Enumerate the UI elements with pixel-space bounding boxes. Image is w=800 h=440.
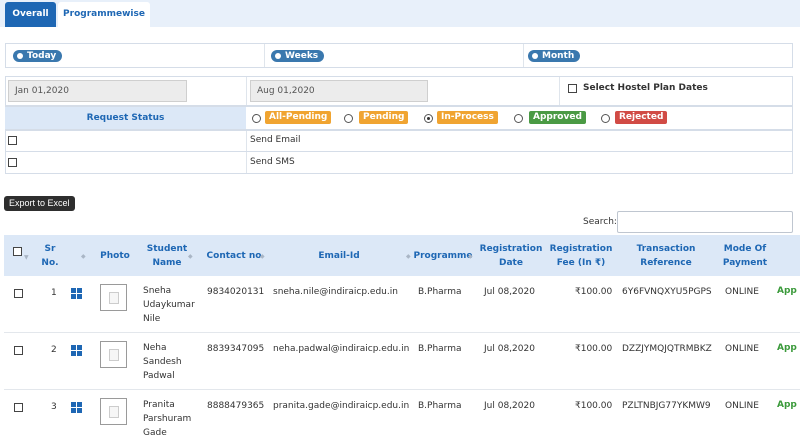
send-sms-row (5, 152, 793, 174)
student-name: Neha Sandesh Padwal (143, 343, 182, 381)
table-header: ▼ Sr No. Photo Student Name Contact no E… (4, 235, 800, 276)
sort-icon: ◆ (81, 253, 86, 260)
status-all-pending-radio[interactable] (252, 114, 261, 123)
mode-of-payment: ONLINE (725, 287, 759, 297)
divider (523, 44, 524, 67)
to-date-input[interactable]: Aug 01,2020 (250, 80, 428, 102)
status-pending-radio[interactable] (344, 114, 353, 123)
contact-no: 8888479365 (207, 401, 265, 411)
select-all-checkbox[interactable] (13, 247, 22, 256)
column-header-programme[interactable]: Programme (413, 235, 472, 276)
request-status-label: Request Status (5, 107, 246, 129)
registration-date: Jul 08,2020 (484, 287, 535, 297)
sort-icon: ◆ (468, 253, 473, 260)
send-email-row (5, 130, 793, 152)
grid-icon[interactable] (71, 402, 82, 413)
status-text: App (777, 286, 797, 296)
registration-fee: ₹100.00 (575, 401, 613, 411)
sr-no: 1 (51, 288, 57, 298)
send-email-label: Send Email (250, 135, 301, 145)
tab-programmewise[interactable]: Programmewise (58, 2, 150, 27)
column-header-sr-no[interactable]: Sr No. (36, 235, 64, 276)
sr-no: 2 (51, 345, 57, 355)
status-in-process-radio[interactable] (424, 114, 433, 123)
programme: B.Pharma (418, 401, 462, 411)
period-filter: Today Weeks Month (5, 43, 793, 68)
status-approved-radio[interactable] (514, 114, 523, 123)
column-header-photo[interactable]: Photo (100, 235, 130, 276)
status-all-pending-badge: All-Pending (265, 111, 332, 124)
programme: B.Pharma (418, 287, 462, 297)
email-id: sneha.nile@indiraicp.edu.in (273, 287, 398, 297)
transaction-reference: PZLTNBJG77YKMW9 (622, 401, 711, 411)
grid-icon[interactable] (71, 345, 82, 356)
email-id: neha.padwal@indiraicp.edu.in (273, 344, 410, 354)
status-text: App (777, 343, 797, 353)
send-email-checkbox[interactable] (8, 136, 17, 145)
tab-overall[interactable]: Overall (5, 2, 56, 27)
transaction-reference: 6Y6FVNQXYU5PGPS (622, 287, 712, 297)
registration-date: Jul 08,2020 (484, 344, 535, 354)
student-photo (100, 398, 127, 425)
transaction-reference: DZZJYMQJQTRMBKZ (622, 344, 712, 354)
column-header-transaction-ref[interactable]: Transaction Reference (618, 235, 714, 276)
status-in-process-badge: In-Process (437, 111, 498, 124)
student-photo (100, 341, 127, 368)
divider (246, 131, 247, 151)
sort-icon: ◆ (260, 253, 265, 260)
student-name: Pranita Parshuram Gade (143, 400, 192, 438)
sr-no: 3 (51, 402, 57, 412)
status-rejected-radio[interactable] (601, 114, 610, 123)
row-checkbox[interactable] (14, 289, 23, 298)
period-month-option[interactable]: Month (528, 50, 581, 62)
export-excel-button[interactable]: Export to Excel (4, 196, 75, 211)
status-text: App (777, 400, 797, 410)
hostel-plan-label: Select Hostel Plan Dates (583, 83, 708, 93)
column-header-student-name[interactable]: Student Name (142, 235, 192, 276)
registration-fee: ₹100.00 (575, 287, 613, 297)
registration-fee: ₹100.00 (575, 344, 613, 354)
divider (559, 77, 560, 105)
grid-icon[interactable] (71, 288, 82, 299)
column-header-registration-fee[interactable]: Registration Fee (In ₹) (548, 235, 614, 276)
status-rejected-badge: Rejected (615, 111, 668, 124)
mode-of-payment: ONLINE (725, 401, 759, 411)
period-weeks-option[interactable]: Weeks (271, 50, 325, 62)
sort-arrow-icon: ▼ (24, 254, 29, 261)
tabs-bar: Overall Programmewise (0, 0, 800, 27)
row-checkbox[interactable] (14, 346, 23, 355)
row-checkbox[interactable] (14, 403, 23, 412)
hostel-plan-checkbox[interactable] (568, 84, 577, 93)
student-photo (100, 284, 127, 311)
column-header-email[interactable]: Email-Id (268, 235, 410, 276)
student-name: Sneha Udaykumar Nile (143, 286, 195, 324)
sort-icon: ◆ (188, 253, 193, 260)
registration-date: Jul 08,2020 (484, 401, 535, 411)
column-header-registration-date[interactable]: Registration Date (476, 235, 546, 276)
table-row: 1 Sneha Udaykumar Nile 9834020131 sneha.ni… (4, 277, 800, 333)
column-header-mode-of-payment[interactable]: Mode Of Payment (716, 235, 774, 276)
period-today-option[interactable]: Today (13, 50, 63, 62)
search-input[interactable] (617, 211, 793, 233)
programme: B.Pharma (418, 344, 462, 354)
status-pending-badge: Pending (359, 111, 409, 124)
search-label: Search: (583, 217, 617, 227)
divider (264, 44, 265, 67)
from-date-input[interactable]: Jan 01,2020 (8, 80, 187, 102)
divider (246, 152, 247, 173)
divider (246, 77, 247, 105)
sort-icon: ◆ (406, 253, 411, 260)
table-row: 2 Neha Sandesh Padwal 8839347095 neha.padw… (4, 334, 800, 390)
status-approved-badge: Approved (529, 111, 586, 124)
mode-of-payment: ONLINE (725, 344, 759, 354)
contact-no: 9834020131 (207, 287, 265, 297)
column-header-contact[interactable]: Contact no (202, 235, 266, 276)
table-row: 3 Pranita Parshuram Gade 8888479365 pranit… (4, 391, 800, 438)
email-id: pranita.gade@indiraicp.edu.in (273, 401, 410, 411)
send-sms-checkbox[interactable] (8, 158, 17, 167)
send-sms-label: Send SMS (250, 157, 295, 167)
contact-no: 8839347095 (207, 344, 265, 354)
